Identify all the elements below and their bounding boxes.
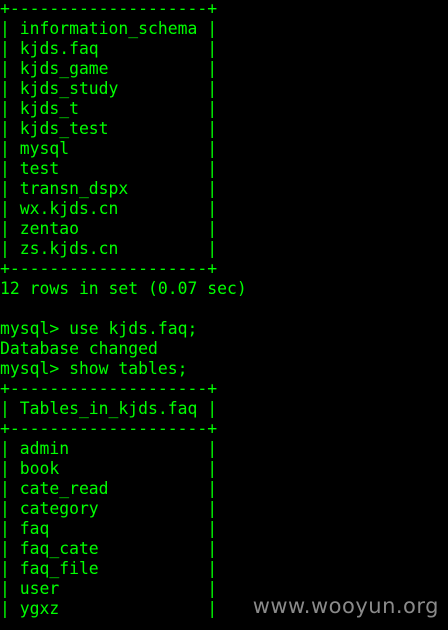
terminal-line: mysql> use kjds.faq; [0, 319, 198, 338]
terminal-line: | wx.kjds.cn | [0, 199, 218, 218]
terminal-line: | kjds_game | [0, 59, 218, 78]
terminal-line: mysql> show tables; [0, 359, 188, 378]
watermark: www.wooyun.org [252, 594, 439, 618]
terminal-line: | zentao | [0, 219, 218, 238]
terminal-line: 12 rows in set (0.07 sec) [0, 279, 247, 298]
terminal-line: +--------------------+ [0, 259, 218, 278]
terminal-line: +--------------------+ [0, 0, 218, 18]
terminal-line: | faq_cate | [0, 539, 218, 558]
terminal-line: | transn_dspx | [0, 179, 218, 198]
terminal-line: | information_schema | [0, 19, 218, 38]
terminal-line: +--------------------+ [0, 419, 218, 438]
terminal-line: | book | [0, 459, 218, 478]
terminal-line: | faq_file | [0, 559, 218, 578]
terminal-line: | admin | [0, 439, 218, 458]
terminal-line: | kjds.faq | [0, 39, 218, 58]
terminal-line: | cate_read | [0, 479, 218, 498]
terminal-window[interactable]: +--------------------+ | information_sch… [0, 0, 448, 630]
terminal-line: | kjds_t | [0, 99, 218, 118]
terminal-line: | kjds_test | [0, 119, 218, 138]
terminal-line: | kjds_study | [0, 79, 218, 98]
terminal-line: | zs.kjds.cn | [0, 239, 218, 258]
terminal-line: | user | [0, 579, 218, 598]
terminal-line: | Tables_in_kjds.faq | [0, 399, 218, 418]
terminal-line: | ygxz | [0, 599, 218, 618]
terminal-line: | faq | [0, 519, 218, 538]
terminal-line: +--------------------+ [0, 379, 218, 398]
terminal-line: | test | [0, 159, 218, 178]
terminal-line: Database changed [0, 339, 158, 358]
terminal-line: | category | [0, 499, 218, 518]
terminal-line: | mysql | [0, 139, 218, 158]
